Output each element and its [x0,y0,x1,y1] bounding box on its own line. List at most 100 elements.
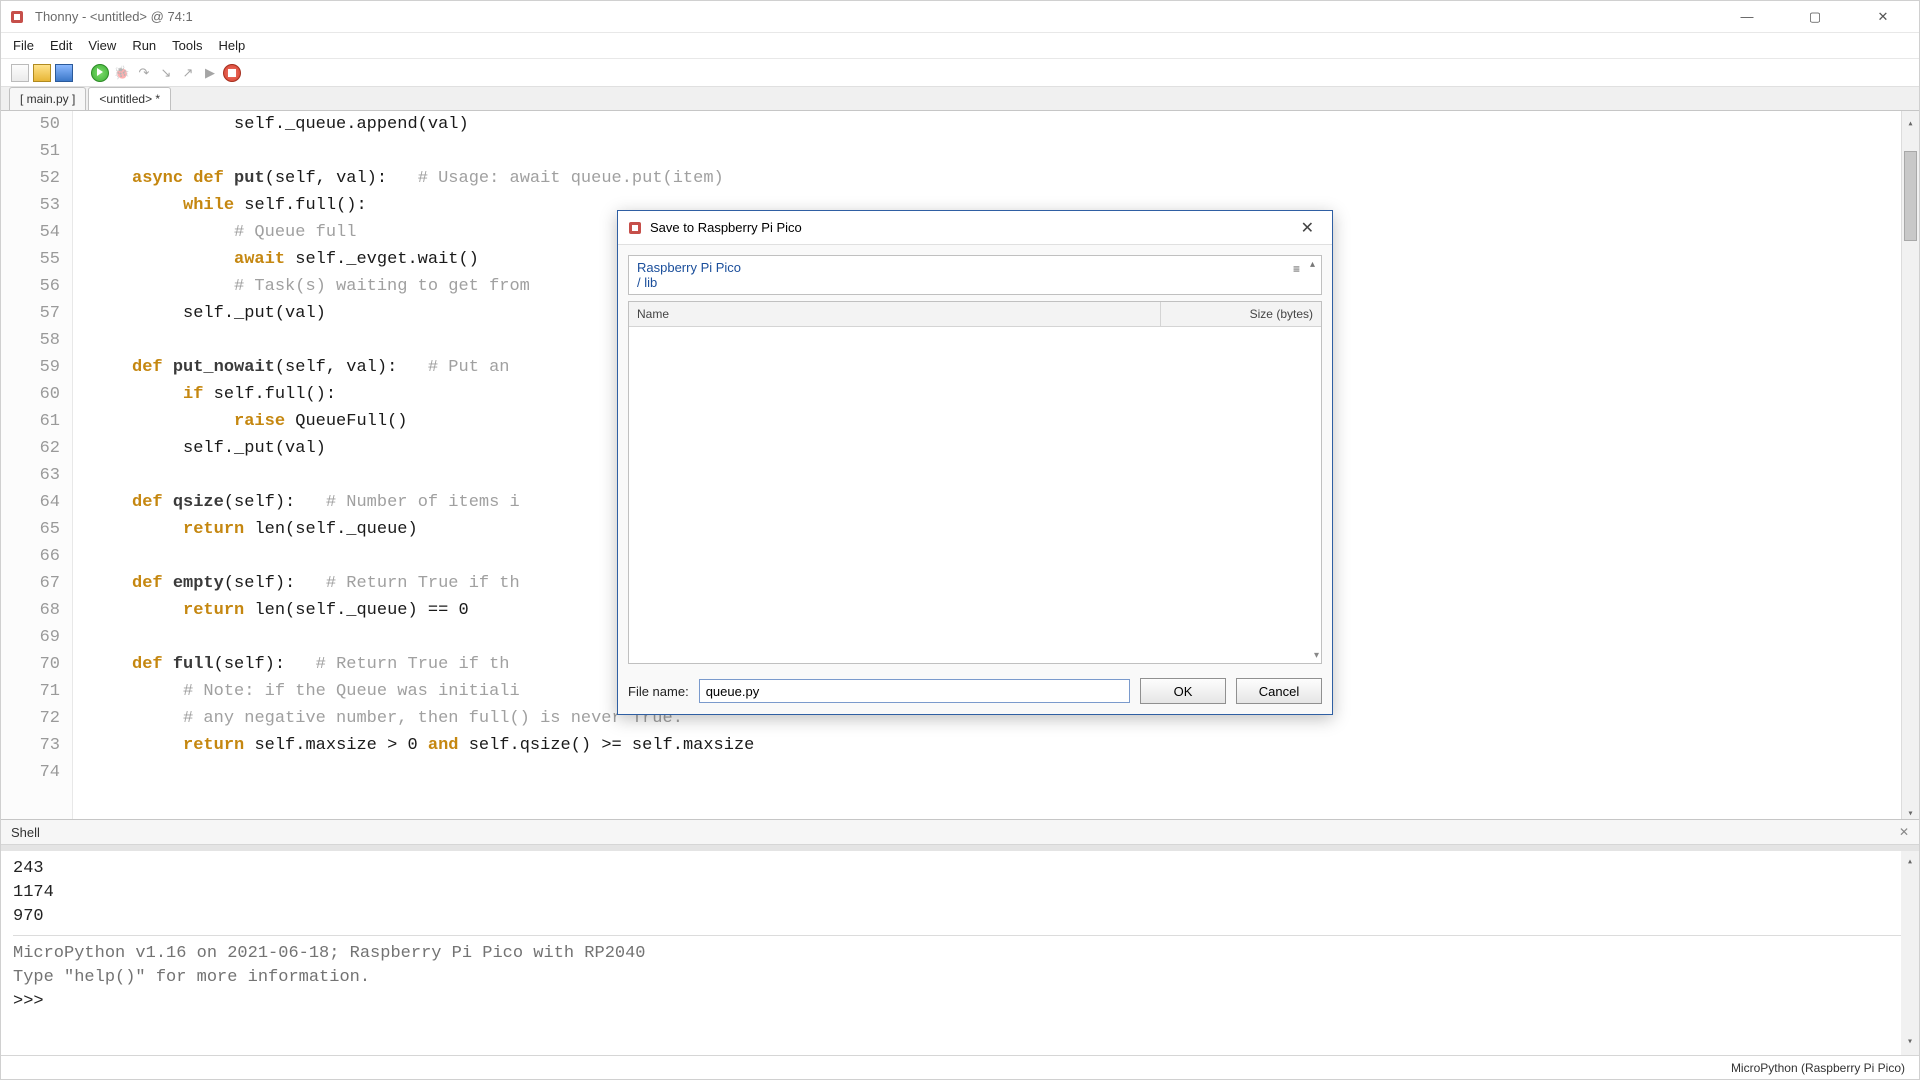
dialog-body: Raspberry Pi Pico / lib ≡ ▴ Name Size (b… [618,245,1332,714]
line-number: 61 [1,408,60,435]
scroll-down-icon[interactable]: ▾ [1901,1031,1919,1055]
filename-input[interactable] [699,679,1130,703]
line-number: 74 [1,759,60,786]
save-file-icon[interactable] [55,64,73,82]
shell-divider [13,935,1907,936]
line-number: 64 [1,489,60,516]
menu-help[interactable]: Help [219,38,246,53]
line-number: 68 [1,597,60,624]
statusbar: MicroPython (Raspberry Pi Pico) [1,1055,1919,1079]
path-sub: / lib [637,275,1313,290]
line-number: 69 [1,624,60,651]
line-number: 72 [1,705,60,732]
dialog-titlebar: Save to Raspberry Pi Pico ✕ [618,211,1332,245]
shell-scrollbar[interactable]: ▴ ▾ [1901,851,1919,1055]
resume-icon[interactable]: ▶ [201,64,219,82]
ok-button[interactable]: OK [1140,678,1226,704]
listing-header: Name Size (bytes) [629,302,1321,327]
app-icon [628,221,642,235]
minimize-button[interactable]: — [1725,3,1769,31]
menubar: File Edit View Run Tools Help [1,33,1919,59]
step-over-icon[interactable]: ↷ [135,64,153,82]
cancel-button[interactable]: Cancel [1236,678,1322,704]
code-line: async def put(self, val): # Usage: await… [81,165,1919,192]
col-name-header[interactable]: Name [629,302,1161,326]
line-number: 67 [1,570,60,597]
window-title: Thonny - <untitled> @ 74:1 [33,9,1725,24]
listing-body[interactable]: ▾ [629,327,1321,663]
shell-line: 243 [13,857,1907,881]
shell-system-line: Type "help()" for more information. [13,966,1907,990]
editor-tabs: [ main.py ] <untitled> * [1,87,1919,111]
line-number: 51 [1,138,60,165]
toolbar: 🐞 ↷ ↘ ↗ ▶ [1,59,1919,87]
line-number: 56 [1,273,60,300]
shell-line: 1174 [13,881,1907,905]
line-number: 55 [1,246,60,273]
line-number: 54 [1,219,60,246]
path-box[interactable]: Raspberry Pi Pico / lib ≡ ▴ [628,255,1322,295]
code-line [81,759,1919,786]
editor-scrollbar[interactable]: ▴ ▾ [1901,111,1919,819]
filename-row: File name: OK Cancel [628,664,1322,704]
maximize-button[interactable]: ▢ [1793,3,1837,31]
dialog-close-icon[interactable]: ✕ [1293,218,1322,238]
line-number: 60 [1,381,60,408]
line-number: 53 [1,192,60,219]
app-icon [9,9,25,25]
stop-icon[interactable] [223,64,241,82]
line-number: 66 [1,543,60,570]
tab-main[interactable]: [ main.py ] [9,87,86,110]
run-icon[interactable] [91,64,109,82]
open-file-icon[interactable] [33,64,51,82]
dialog-title: Save to Raspberry Pi Pico [650,220,1293,235]
tab-untitled[interactable]: <untitled> * [88,87,171,110]
line-number: 57 [1,300,60,327]
menu-view[interactable]: View [88,38,116,53]
line-number: 52 [1,165,60,192]
col-size-header[interactable]: Size (bytes) [1161,302,1321,326]
debug-icon[interactable]: 🐞 [113,64,131,82]
new-file-icon[interactable] [11,64,29,82]
line-number: 65 [1,516,60,543]
shell-label: Shell [11,825,40,840]
code-line: return self.maxsize > 0 and self.qsize()… [81,732,1919,759]
line-number: 59 [1,354,60,381]
window-controls: — ▢ ✕ [1725,3,1911,31]
scroll-up-icon[interactable]: ▴ [1902,111,1919,129]
menu-run[interactable]: Run [132,38,156,53]
line-number: 62 [1,435,60,462]
scroll-thumb[interactable] [1904,151,1917,241]
scroll-down-icon[interactable]: ▾ [1314,650,1319,661]
line-number: 58 [1,327,60,354]
line-number: 50 [1,111,60,138]
shell-tab[interactable]: Shell ✕ [1,819,1919,845]
save-dialog: Save to Raspberry Pi Pico ✕ Raspberry Pi… [617,210,1333,715]
step-out-icon[interactable]: ↗ [179,64,197,82]
path-root: Raspberry Pi Pico [637,260,1313,275]
scroll-up-icon[interactable]: ▴ [1310,259,1315,270]
titlebar: Thonny - <untitled> @ 74:1 — ▢ ✕ [1,1,1919,33]
shell-line: 970 [13,905,1907,929]
menu-edit[interactable]: Edit [50,38,72,53]
menu-tools[interactable]: Tools [172,38,202,53]
line-number: 63 [1,462,60,489]
shell-prompt: >>> [13,990,1907,1014]
shell-system-line: MicroPython v1.16 on 2021-06-18; Raspber… [13,942,1907,966]
line-number: 73 [1,732,60,759]
scroll-down-icon[interactable]: ▾ [1902,801,1919,819]
line-number: 70 [1,651,60,678]
close-button[interactable]: ✕ [1861,3,1905,31]
hamburger-icon[interactable]: ≡ [1293,262,1299,276]
step-into-icon[interactable]: ↘ [157,64,175,82]
shell-body[interactable]: 243 1174 970 MicroPython v1.16 on 2021-0… [1,845,1919,1055]
file-listing[interactable]: Name Size (bytes) ▾ [628,301,1322,664]
shell-close-icon[interactable]: ✕ [1899,825,1909,839]
scroll-up-icon[interactable]: ▴ [1901,851,1919,875]
line-gutter: 5051525354555657585960616263646566676869… [1,111,73,819]
interpreter-label[interactable]: MicroPython (Raspberry Pi Pico) [1731,1061,1905,1075]
filename-label: File name: [628,684,689,699]
code-line: self._queue.append(val) [81,111,1919,138]
line-number: 71 [1,678,60,705]
menu-file[interactable]: File [13,38,34,53]
